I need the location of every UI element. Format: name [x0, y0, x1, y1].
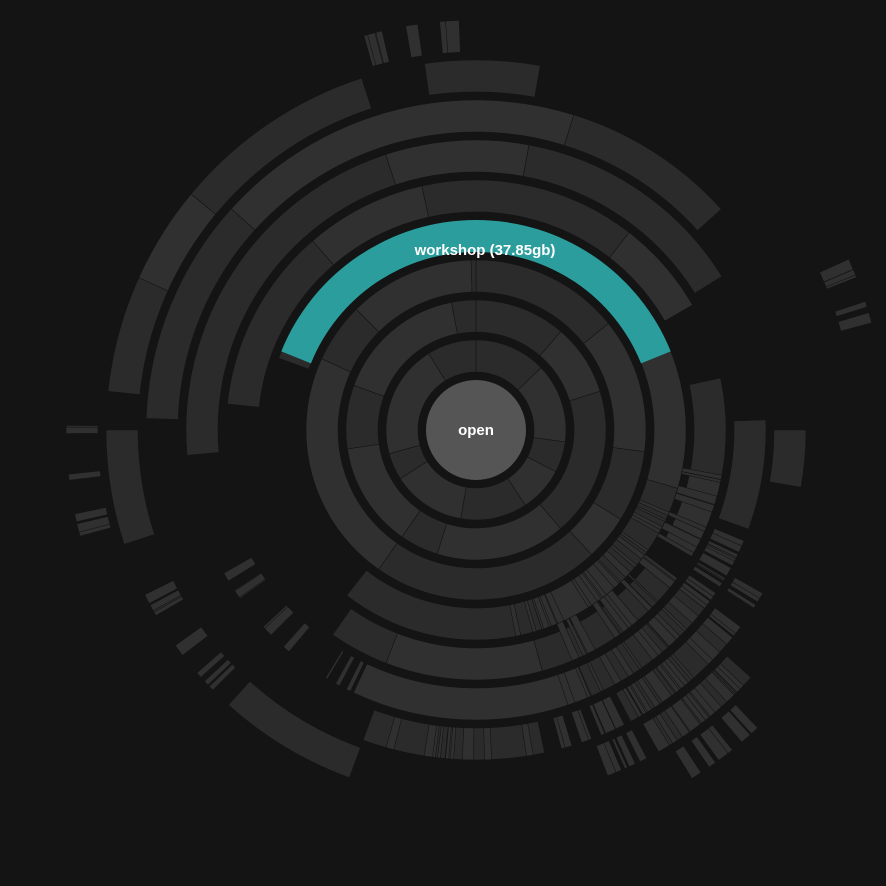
ring-3-segment[interactable] [470, 259, 477, 293]
ring-2-segment[interactable] [345, 384, 385, 450]
detail-sliver[interactable] [483, 727, 492, 761]
detail-sliver[interactable] [837, 312, 873, 332]
highlight-label: workshop (37.85gb) [414, 242, 556, 259]
detail-sliver[interactable] [462, 727, 475, 761]
detail-sliver[interactable] [834, 301, 868, 317]
center-label: open [458, 422, 494, 439]
disk-usage-sunburst: open workshop (37.85gb) [65, 20, 873, 779]
ring-7-segment[interactable] [769, 429, 807, 488]
detail-sliver[interactable] [223, 556, 257, 582]
detail-sliver[interactable] [405, 23, 423, 58]
ring-8-segment[interactable] [424, 59, 541, 98]
ring-5-segment[interactable] [688, 377, 727, 477]
detail-sliver[interactable] [65, 426, 99, 434]
detail-sliver[interactable] [674, 745, 702, 779]
detail-sliver[interactable] [264, 606, 295, 636]
detail-sliver[interactable] [445, 20, 461, 54]
detail-sliver[interactable] [283, 622, 311, 653]
detail-sliver[interactable] [68, 470, 102, 481]
ring-5-segment[interactable] [385, 632, 543, 681]
detail-sliver[interactable] [174, 626, 209, 656]
ring-8-segment[interactable] [227, 680, 361, 779]
detail-sliver[interactable] [234, 572, 266, 599]
ring-8-segment[interactable] [105, 429, 155, 545]
ring-6-segment[interactable] [385, 139, 530, 186]
